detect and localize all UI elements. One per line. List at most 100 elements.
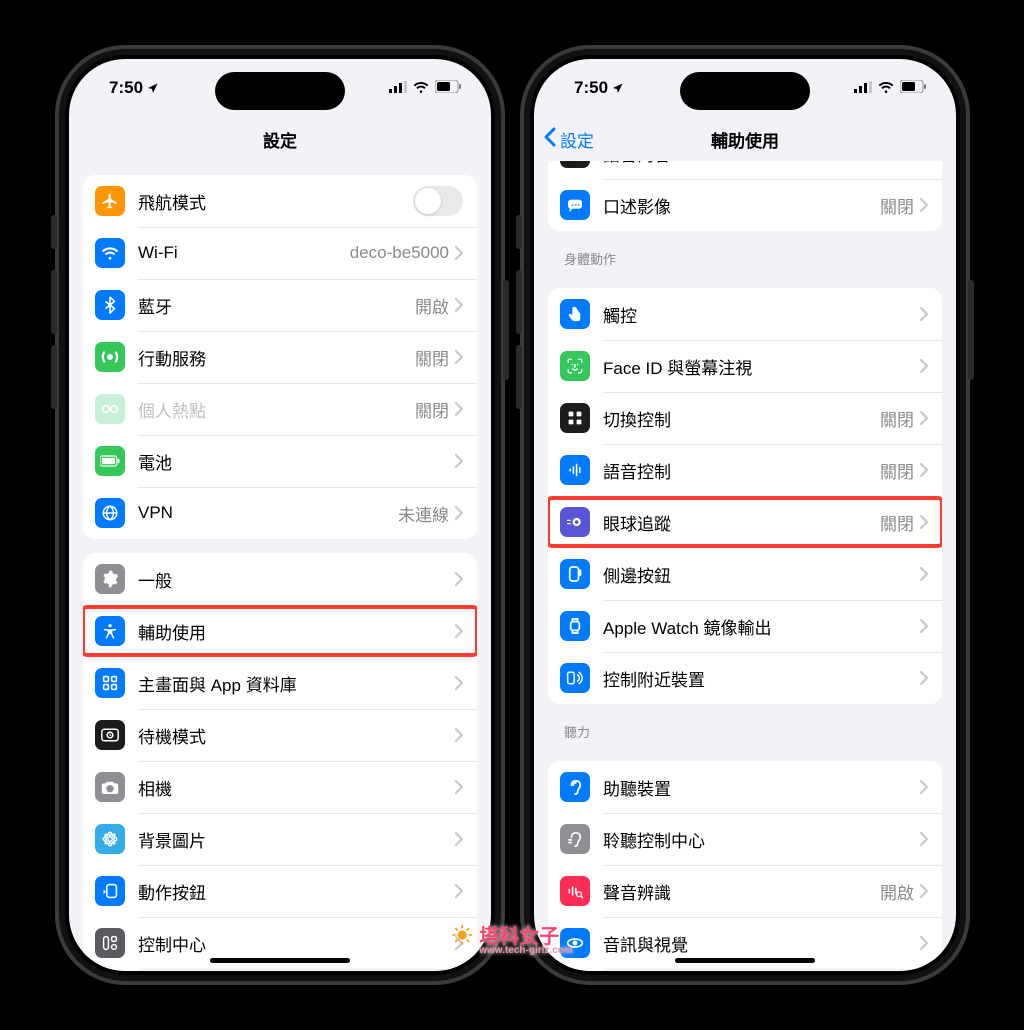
location-icon (147, 82, 159, 94)
settings-row[interactable]: 個人熱點關閉 (83, 383, 477, 435)
row-label: 助聽裝置 (603, 775, 920, 800)
settings-row[interactable]: 側邊按鈕 (548, 548, 942, 600)
switchcontrol-icon (560, 403, 590, 433)
row-label: 電池 (138, 449, 455, 474)
settings-row[interactable]: Face ID 與螢幕注視 (548, 340, 942, 392)
settings-row[interactable]: 搜尋 (83, 969, 477, 971)
settings-group: 助聽裝置聆聽控制中心聲音辨識開啟音訊與視覺字幕與隱藏式字幕 (548, 761, 942, 971)
row-label: 相機 (138, 775, 455, 800)
row-value: 開啟 (880, 879, 914, 904)
row-value: 關閉 (415, 397, 449, 422)
settings-row[interactable]: VPN未連線 (83, 487, 477, 539)
soundrecog-icon (560, 876, 590, 906)
chevron-right-icon (455, 454, 463, 468)
battery-status-icon (900, 78, 926, 98)
row-label: Apple Watch 鏡像輸出 (603, 614, 920, 639)
touch-icon (560, 299, 590, 329)
gear-icon (95, 564, 125, 594)
eyetracking-icon (560, 507, 590, 537)
settings-row[interactable]: 字幕與隱藏式字幕 (548, 969, 942, 971)
settings-row[interactable]: 觸控 (548, 288, 942, 340)
row-label: Wi-Fi (138, 243, 350, 263)
chevron-right-icon (920, 567, 928, 581)
settings-row[interactable]: Apple Watch 鏡像輸出 (548, 600, 942, 652)
battery-icon (95, 446, 125, 476)
row-label: 飛航模式 (138, 189, 413, 214)
chevron-right-icon (920, 671, 928, 685)
phone-mockup-right: 7:50 (520, 45, 970, 985)
homescreen-icon (95, 668, 125, 698)
watchmirror-icon (560, 611, 590, 641)
section-header: 身體動作 (534, 231, 956, 274)
settings-row[interactable]: 聆聽控制中心 (548, 813, 942, 865)
row-value: 關閉 (880, 510, 914, 535)
row-value: 關閉 (415, 345, 449, 370)
settings-row[interactable]: 藍牙開啟 (83, 279, 477, 331)
wallpaper-icon (95, 824, 125, 854)
settings-row[interactable]: 助聽裝置 (548, 761, 942, 813)
chevron-right-icon (920, 359, 928, 373)
row-label: 待機模式 (138, 723, 455, 748)
side-button (516, 270, 522, 334)
action-button-icon (95, 876, 125, 906)
chevron-right-icon (920, 936, 928, 950)
chevron-left-icon (544, 127, 556, 152)
chevron-right-icon (920, 411, 928, 425)
settings-row[interactable]: 輔助使用 (83, 605, 477, 657)
settings-row[interactable]: 一般 (83, 553, 477, 605)
chevron-right-icon (920, 884, 928, 898)
toggle-switch[interactable] (413, 186, 463, 216)
row-label: 動作按鈕 (138, 879, 455, 904)
side-button (51, 345, 57, 409)
settings-row[interactable]: 切換控制關閉 (548, 392, 942, 444)
chevron-right-icon (455, 884, 463, 898)
bluetooth-icon (95, 290, 125, 320)
accessibility-icon (95, 616, 125, 646)
settings-row[interactable]: 相機 (83, 761, 477, 813)
settings-row[interactable]: Wi-Fideco-be5000 (83, 227, 477, 279)
row-label: 個人熱點 (138, 397, 415, 422)
row-label: 觸控 (603, 302, 920, 327)
settings-row[interactable]: 背景圖片 (83, 813, 477, 865)
wifi-status-icon (878, 78, 894, 98)
nav-back-label: 設定 (560, 127, 594, 152)
chevron-right-icon (920, 619, 928, 633)
audiodesc-icon (560, 190, 590, 220)
watermark: 塔科女子 www.tech-girlz.com (451, 920, 573, 956)
row-label: 聆聽控制中心 (603, 827, 920, 852)
sidebutton-icon (560, 559, 590, 589)
camera-icon (95, 772, 125, 802)
settings-group: 一般輔助使用主畫面與 App 資料庫待機模式相機背景圖片動作按鈕控制中心搜尋 (83, 553, 477, 971)
settings-row[interactable]: 主畫面與 App 資料庫 (83, 657, 477, 709)
settings-row[interactable]: 口述影像關閉 (548, 179, 942, 231)
settings-row[interactable]: 飛航模式 (83, 175, 477, 227)
phone-mockup-left: 7:50 設定 (55, 45, 505, 985)
row-label: 控制中心 (138, 931, 455, 956)
row-label: 控制附近裝置 (603, 666, 920, 691)
settings-row[interactable]: 眼球追蹤關閉 (548, 496, 942, 548)
wifi-icon (95, 238, 125, 268)
home-indicator[interactable] (210, 958, 350, 963)
row-label: 側邊按鈕 (603, 562, 920, 587)
settings-row[interactable]: 待機模式 (83, 709, 477, 761)
settings-row[interactable]: 語音控制關閉 (548, 444, 942, 496)
nav-back-button[interactable]: 設定 (544, 127, 594, 152)
cellular-signal-icon (389, 78, 407, 98)
settings-row[interactable]: 行動服務關閉 (83, 331, 477, 383)
settings-row[interactable]: 語音內容 (548, 161, 942, 179)
voicecontrol-icon (560, 455, 590, 485)
chevron-right-icon (455, 350, 463, 364)
section-header: 聽力 (534, 704, 956, 747)
settings-row[interactable]: 聲音辨識開啟 (548, 865, 942, 917)
settings-row[interactable]: 電池 (83, 435, 477, 487)
speech-icon (560, 161, 590, 168)
chevron-right-icon (455, 624, 463, 638)
settings-row[interactable]: 控制附近裝置 (548, 652, 942, 704)
airplane-icon (95, 186, 125, 216)
chevron-right-icon (920, 307, 928, 321)
settings-row[interactable]: 動作按鈕 (83, 865, 477, 917)
row-value: deco-be5000 (350, 243, 449, 263)
chevron-right-icon (920, 463, 928, 477)
home-indicator[interactable] (675, 958, 815, 963)
vpn-icon (95, 498, 125, 528)
